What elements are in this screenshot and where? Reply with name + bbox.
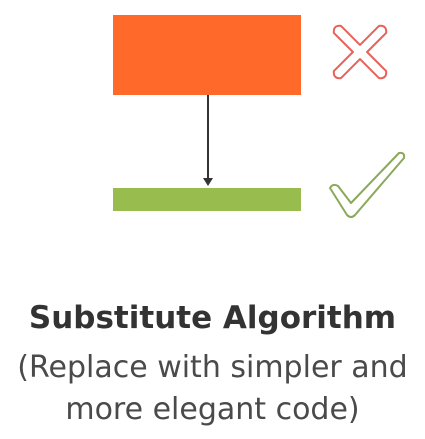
slide-subtitle: (Replace with simpler and more elegant c… xyxy=(17,350,408,427)
cross-icon xyxy=(332,24,388,80)
old-algorithm-block xyxy=(113,15,301,95)
slide-title: Substitute Algorithm xyxy=(28,300,397,336)
check-icon xyxy=(329,151,406,218)
arrow-head xyxy=(203,178,213,186)
substitution-diagram xyxy=(113,15,406,218)
new-algorithm-bar xyxy=(113,188,301,211)
